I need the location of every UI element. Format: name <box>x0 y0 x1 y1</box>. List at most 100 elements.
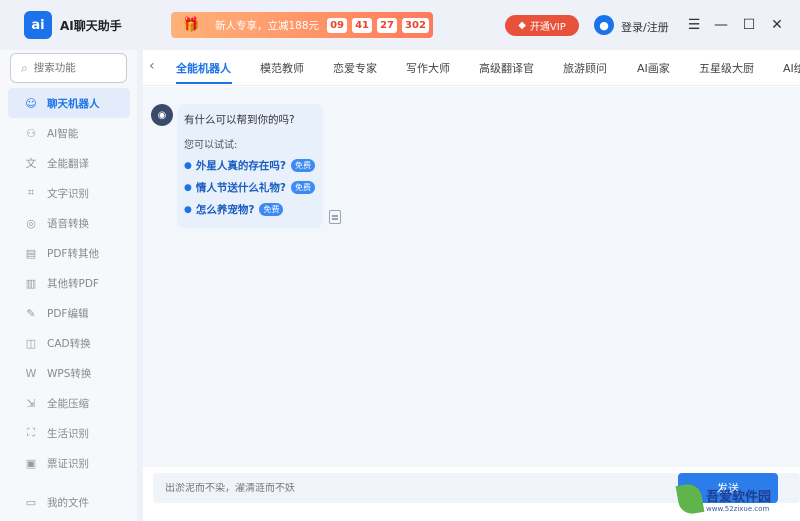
sidebar-item-label: 文字识别 <box>47 187 89 200</box>
sidebar-item-other-to-pdf[interactable]: ▥ 其他转PDF <box>8 268 130 298</box>
suggestion-item[interactable]: ● 外星人真的存在吗? 免费 <box>184 158 316 173</box>
chat-area: ◉ 有什么可以帮到你的吗? 您可以试试: ● 外星人真的存在吗? 免费 ● 情人… <box>143 87 800 467</box>
sidebar-item-label: AI智能 <box>47 127 79 140</box>
promo-countdown: 09 41 27 302 <box>327 17 429 33</box>
ai-icon: ⚇ <box>26 126 36 140</box>
tab-travel-advisor[interactable]: 旅游顾问 <box>563 60 607 76</box>
timer-seconds: 27 <box>377 17 398 33</box>
main-panel: ‹ 全能机器人 模范教师 恋爱专家 写作大师 高级翻译官 旅游顾问 AI画家 五… <box>143 50 800 521</box>
suggestion-text: 怎么养宠物? <box>195 204 255 216</box>
translate-icon: 文 <box>25 157 37 170</box>
diamond-icon: ◆ <box>518 20 526 31</box>
close-icon[interactable]: ✕ <box>766 14 788 36</box>
folder-icon: ▭ <box>25 495 37 509</box>
watermark-name: 吾爱软件园 <box>706 489 772 505</box>
sidebar-item-label: 全能压缩 <box>47 397 89 410</box>
bullet-icon: ● <box>184 160 192 171</box>
app-logo-icon: ai <box>24 11 52 39</box>
tab-love-expert[interactable]: 恋爱专家 <box>333 60 377 76</box>
ticket-icon: ▣ <box>25 456 37 470</box>
sidebar-item-life-scan[interactable]: ⛶ 生活识别 <box>8 418 130 448</box>
vip-label: 开通VIP <box>529 22 566 33</box>
suggestion-text: 外星人真的存在吗? <box>195 160 286 172</box>
chevron-left-icon[interactable]: ‹ <box>149 58 155 74</box>
timer-millis: 302 <box>402 17 429 33</box>
tab-five-star-chef[interactable]: 五星级大厨 <box>699 60 754 76</box>
bot-hint: 您可以试试: <box>184 140 238 151</box>
bot-message: 有什么可以帮到你的吗? 您可以试试: ● 外星人真的存在吗? 免费 ● 情人节送… <box>177 104 323 228</box>
title-bar: ai AI聊天助手 🎁 新人专享，立减188元 09 41 27 302 ◆ 开… <box>0 0 800 50</box>
tab-all-round-robot[interactable]: 全能机器人 <box>176 60 231 76</box>
bullet-icon: ● <box>184 182 192 193</box>
sidebar-nav: ☺ 聊天机器人 ⚇ AI智能 文 全能翻译 ⌗ 文字识别 ◎ 语音转换 ▤ PD… <box>8 88 130 478</box>
cad-icon: ◫ <box>25 336 37 350</box>
menu-icon[interactable]: ☰ <box>683 14 705 36</box>
sidebar: ⌕ ☺ 聊天机器人 ⚇ AI智能 文 全能翻译 ⌗ 文字识别 ◎ 语音转换 ▤ … <box>0 50 137 521</box>
sidebar-item-label: 其他转PDF <box>47 277 99 290</box>
leaf-logo-icon <box>675 482 705 516</box>
pdf-edit-icon: ✎ <box>26 306 36 320</box>
sidebar-item-label: 我的文件 <box>47 496 89 509</box>
open-vip-button[interactable]: ◆ 开通VIP <box>505 15 579 36</box>
suggestion-item[interactable]: ● 情人节送什么礼物? 免费 <box>184 180 316 195</box>
sidebar-item-label: 生活识别 <box>47 427 89 440</box>
tab-translator[interactable]: 高级翻译官 <box>479 60 534 76</box>
user-avatar-icon[interactable]: ● <box>594 15 614 35</box>
timer-hours: 09 <box>327 17 348 33</box>
sidebar-item-pdf-to-other[interactable]: ▤ PDF转其他 <box>8 238 130 268</box>
watermark-text: 吾爱软件园 www.52zixue.com <box>706 486 771 513</box>
app-title: AI聊天助手 <box>60 19 122 33</box>
role-tabs: ‹ 全能机器人 模范教师 恋爱专家 写作大师 高级翻译官 旅游顾问 AI画家 五… <box>143 50 800 86</box>
suggestion-text: 情人节送什么礼物? <box>195 182 286 194</box>
tab-ai-more[interactable]: AI绘 <box>783 60 800 76</box>
sidebar-item-ocr[interactable]: ⌗ 文字识别 <box>8 178 130 208</box>
tab-model-teacher[interactable]: 模范教师 <box>260 60 304 76</box>
sidebar-item-translate[interactable]: 文 全能翻译 <box>8 148 130 178</box>
bullet-icon: ● <box>184 204 192 215</box>
sidebar-item-my-files[interactable]: ▭ 我的文件 <box>8 487 130 517</box>
message-input[interactable] <box>165 482 665 494</box>
sidebar-item-compress[interactable]: ⇲ 全能压缩 <box>8 388 130 418</box>
sidebar-item-voice[interactable]: ◎ 语音转换 <box>8 208 130 238</box>
search-box[interactable]: ⌕ <box>10 53 127 83</box>
sidebar-item-ai[interactable]: ⚇ AI智能 <box>8 118 130 148</box>
sidebar-item-label: 语音转换 <box>47 217 89 230</box>
bot-avatar-icon: ◉ <box>151 104 173 126</box>
sidebar-item-label: WPS转换 <box>47 367 92 380</box>
scan-text-icon: ⌗ <box>27 186 35 199</box>
maximize-icon[interactable]: ☐ <box>738 14 760 36</box>
copy-icon[interactable] <box>329 210 341 224</box>
sidebar-item-wps[interactable]: W WPS转换 <box>8 358 130 388</box>
free-badge: 免费 <box>259 203 284 216</box>
free-badge: 免费 <box>290 159 315 172</box>
sidebar-item-chatbot[interactable]: ☺ 聊天机器人 <box>8 88 130 118</box>
life-scan-icon: ⛶ <box>27 426 35 439</box>
compress-icon: ⇲ <box>26 396 36 410</box>
promo-text: 新人专享，立减188元 <box>215 19 320 32</box>
tab-writing-master[interactable]: 写作大师 <box>406 60 450 76</box>
sidebar-item-label: CAD转换 <box>47 337 91 350</box>
search-input[interactable] <box>33 62 114 74</box>
sidebar-item-ticket[interactable]: ▣ 票证识别 <box>8 448 130 478</box>
pdf-icon: ▤ <box>25 246 37 260</box>
gift-icon: 🎁 <box>182 17 200 33</box>
minimize-icon[interactable]: — <box>710 14 732 36</box>
active-tab-indicator <box>176 82 232 84</box>
suggestion-item[interactable]: ● 怎么养宠物? 免费 <box>184 202 316 217</box>
timer-minutes: 41 <box>352 17 373 33</box>
sidebar-item-pdf-edit[interactable]: ✎ PDF编辑 <box>8 298 130 328</box>
voice-icon: ◎ <box>26 216 36 230</box>
site-watermark: 吾爱软件园 www.52zixue.com <box>675 477 800 521</box>
sidebar-item-label: 全能翻译 <box>47 157 89 170</box>
sidebar-item-label: PDF转其他 <box>47 247 99 260</box>
sidebar-item-label: 票证识别 <box>47 457 89 470</box>
search-icon: ⌕ <box>21 60 28 75</box>
wps-icon: W <box>25 366 37 380</box>
sidebar-item-cad[interactable]: ◫ CAD转换 <box>8 328 130 358</box>
tab-ai-painter[interactable]: AI画家 <box>637 60 670 76</box>
robot-icon: ☺ <box>25 96 37 110</box>
promo-banner[interactable]: 🎁 新人专享，立减188元 09 41 27 302 <box>171 12 433 38</box>
watermark-url: www.52zixue.com <box>706 504 770 513</box>
sidebar-item-label: 聊天机器人 <box>47 97 100 110</box>
login-register-link[interactable]: 登录/注册 <box>621 19 669 35</box>
